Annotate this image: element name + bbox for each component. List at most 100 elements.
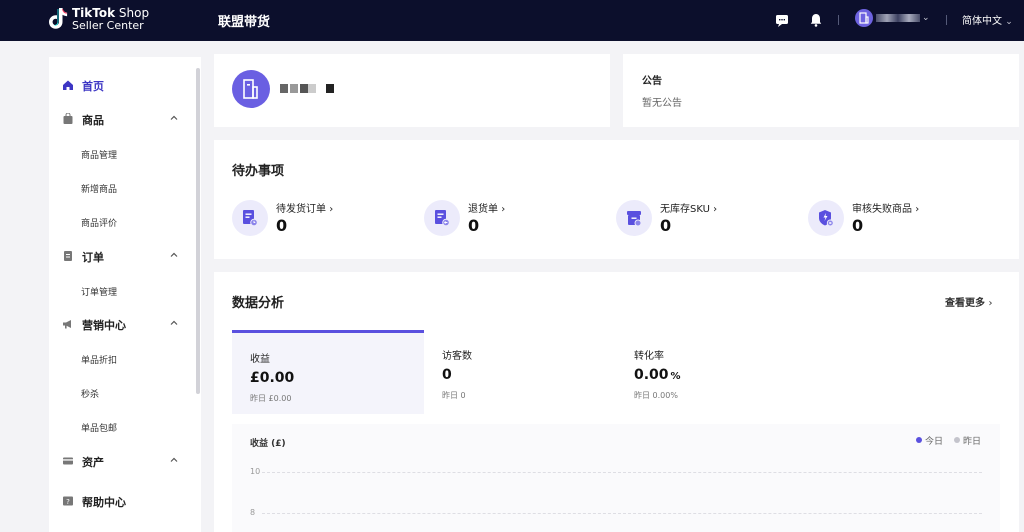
grid-line	[262, 472, 982, 473]
bag-icon	[63, 113, 73, 124]
sidebar-subitem-add-product[interactable]: 新增商品	[81, 182, 117, 195]
sidebar-subitem-single-discount[interactable]: 单品折扣	[81, 353, 117, 366]
analytics-title: 数据分析	[232, 296, 285, 311]
sidebar-item-orders[interactable]: 订单	[49, 246, 189, 268]
order-icon	[64, 251, 72, 261]
legend-dot-icon	[954, 437, 960, 443]
chevron-right-icon: ›	[329, 204, 334, 215]
svg-text:?: ?	[66, 498, 70, 506]
logo-text-line2: Seller Center	[72, 19, 144, 32]
store-avatar[interactable]	[232, 70, 270, 108]
chevron-right-icon: ›	[501, 204, 506, 215]
view-more-link[interactable]: 查看更多 ›	[945, 294, 992, 309]
user-avatar[interactable]	[855, 9, 873, 27]
sidebar-item-label: 商品	[82, 114, 104, 127]
metric-previous: 昨日 £0.00	[250, 394, 292, 403]
sidebar: 首页 商品 商品管理 新增商品 商品评价 订单 订单管理 营销中心 单品折扣 秒…	[49, 57, 201, 532]
metric-previous: 昨日 0.00%	[634, 391, 678, 400]
todo-item-out-of-stock[interactable]: 无库存SKU › 0	[616, 198, 796, 238]
topbar-divider	[946, 15, 947, 25]
sidebar-subitem-product-reviews[interactable]: 商品评价	[81, 216, 117, 229]
sidebar-item-home[interactable]: 首页	[49, 75, 189, 97]
sidebar-subitem-product-management[interactable]: 商品管理	[81, 148, 117, 161]
chevron-up-icon	[170, 457, 178, 462]
building-icon	[243, 79, 258, 99]
store-name-redacted	[280, 84, 334, 93]
sidebar-item-label: 首页	[82, 80, 104, 93]
legend-today[interactable]: 今日	[916, 434, 943, 447]
todo-label: 待发货订单 ›	[276, 204, 334, 215]
sidebar-item-help[interactable]: ? 帮助中心	[49, 491, 189, 513]
metric-value: 0	[442, 367, 452, 383]
todo-item-review-failed[interactable]: 审核失败商品 › 0	[808, 198, 988, 238]
grid-line	[262, 513, 982, 514]
out-of-stock-icon	[616, 200, 652, 236]
megaphone-icon	[63, 320, 71, 329]
y-tick-label: 8	[250, 508, 256, 517]
todo-item-returns[interactable]: 退货单 › 0	[424, 198, 604, 238]
chevron-right-icon: ›	[988, 298, 993, 309]
metric-label: 转化率	[634, 351, 664, 362]
announcement-card: 公告 暂无公告	[623, 54, 1019, 127]
todo-label: 审核失败商品 ›	[852, 204, 920, 215]
metric-previous: 昨日 0	[442, 391, 466, 400]
page-title: 联盟带货	[218, 15, 271, 30]
chevron-up-icon	[170, 320, 178, 325]
legend-yesterday[interactable]: 昨日	[954, 434, 981, 447]
todo-label: 退货单 ›	[468, 204, 506, 215]
metric-label: 访客数	[442, 351, 472, 362]
language-label: 简体中文	[962, 16, 1002, 27]
store-icon	[859, 12, 869, 24]
return-icon	[424, 200, 460, 236]
language-selector[interactable]: 简体中文 ⌄	[962, 12, 1013, 27]
chevron-right-icon: ›	[713, 204, 718, 215]
card-icon	[63, 457, 73, 465]
top-bar: TikTok Shop Seller Center 联盟带货 ⌄ 简体中文 ⌄	[0, 0, 1024, 41]
chevron-up-icon	[170, 252, 178, 257]
help-icon: ?	[63, 496, 73, 506]
sidebar-subitem-free-shipping[interactable]: 单品包邮	[81, 421, 117, 434]
announcement-text: 暂无公告	[642, 98, 682, 109]
sidebar-subitem-flash-sale[interactable]: 秒杀	[81, 387, 99, 400]
chevron-down-icon[interactable]: ⌄	[922, 13, 930, 23]
y-tick-label: 10	[250, 467, 261, 476]
sidebar-item-label: 帮助中心	[82, 496, 126, 509]
tiktok-shop-logo[interactable]: TikTok Shop Seller Center	[48, 5, 158, 35]
sidebar-item-label: 资产	[82, 456, 104, 469]
todo-value: 0	[852, 216, 864, 235]
sidebar-scrollbar[interactable]	[196, 68, 200, 394]
bell-icon[interactable]	[808, 12, 824, 28]
chat-icon[interactable]	[774, 12, 790, 28]
chart-title: 收益 (£)	[250, 439, 286, 449]
metric-tab-revenue[interactable]: 收益 £0.00 昨日 £0.00	[232, 330, 424, 414]
metric-value: £0.00	[250, 370, 295, 386]
chevron-down-icon: ⌄	[1005, 17, 1013, 27]
todo-item-pending-shipment[interactable]: 待发货订单 › 0	[232, 198, 412, 238]
metric-value: 0.00%	[634, 367, 681, 383]
announcement-title: 公告	[642, 76, 662, 87]
sidebar-item-label: 订单	[82, 251, 104, 264]
sidebar-item-assets[interactable]: 资产	[49, 451, 189, 473]
review-failed-icon	[808, 200, 844, 236]
todo-value: 0	[468, 216, 480, 235]
sidebar-item-products[interactable]: 商品	[49, 109, 189, 131]
sidebar-item-marketing[interactable]: 营销中心	[49, 314, 189, 336]
pending-shipment-icon	[232, 200, 268, 236]
username-redacted	[876, 14, 920, 22]
todo-title: 待办事项	[232, 164, 285, 179]
metric-tab-conversion[interactable]: 转化率 0.00% 昨日 0.00%	[616, 330, 808, 414]
home-icon	[63, 80, 73, 90]
topbar-divider	[838, 15, 839, 25]
todo-card: 待办事项 待发货订单 › 0 退货单 › 0 无库存SKU › 0 审核失败商品…	[214, 140, 1019, 259]
tiktok-logo-icon	[49, 8, 68, 29]
metric-tab-visitors[interactable]: 访客数 0 昨日 0	[424, 330, 616, 414]
sidebar-subitem-order-management[interactable]: 订单管理	[81, 285, 117, 298]
todo-value: 0	[276, 216, 288, 235]
chevron-up-icon	[170, 115, 178, 120]
chevron-right-icon: ›	[915, 204, 920, 215]
todo-label: 无库存SKU ›	[660, 204, 718, 215]
store-card	[214, 54, 610, 127]
sidebar-item-label: 营销中心	[82, 319, 126, 332]
todo-value: 0	[660, 216, 672, 235]
revenue-chart: 收益 (£) 今日 昨日 10 8	[232, 424, 1000, 532]
